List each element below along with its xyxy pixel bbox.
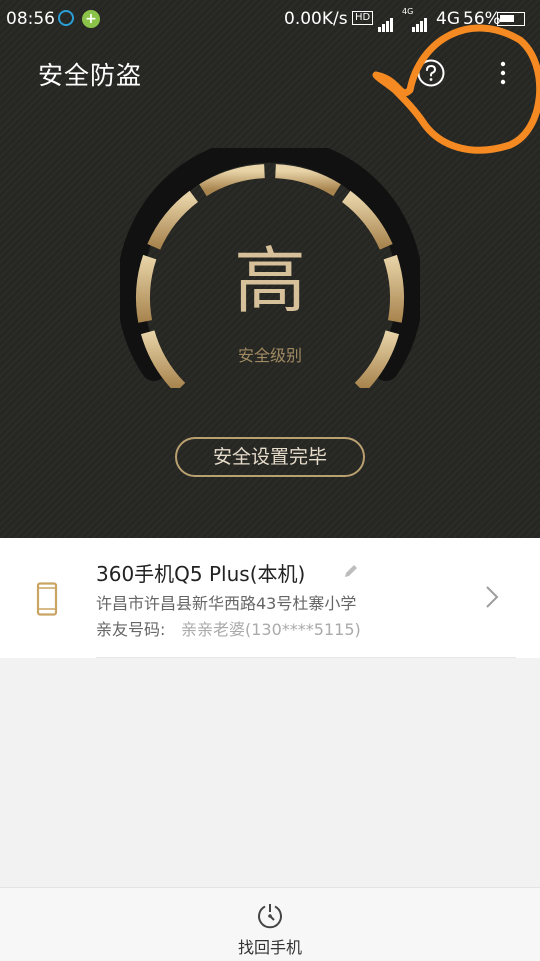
status-net-speed: 0.00K/s xyxy=(284,9,348,29)
battery-icon xyxy=(497,12,525,26)
device-location: 许昌市许昌县新华西路43号杜寨小学 xyxy=(96,594,357,613)
security-header-panel: 08:56 + 0.00K/s HD 4G 4G 56% 安全防盗 高 安全级别… xyxy=(0,0,540,538)
divider xyxy=(96,657,516,658)
contact-label: 亲友号码: xyxy=(96,620,166,639)
page-title: 安全防盗 xyxy=(38,61,143,90)
hd-badge: HD xyxy=(352,11,374,25)
signal-icon-2 xyxy=(412,12,428,32)
status-time: 08:56 xyxy=(6,9,55,29)
orange-annotation-scribble xyxy=(372,24,540,154)
more-vertical-icon[interactable] xyxy=(492,58,514,88)
security-status-button[interactable]: 安全设置完毕 xyxy=(175,437,365,477)
security-level-label: 安全级别 xyxy=(237,346,302,365)
bottom-nav: 找回手机 xyxy=(0,887,540,961)
notification-plus-icon: + xyxy=(82,10,100,28)
device-card[interactable]: 360手机Q5 Plus(本机) 许昌市许昌县新华西路43号杜寨小学 亲友号码:… xyxy=(0,538,540,658)
find-phone-icon[interactable] xyxy=(256,902,284,930)
status-net-type: 4G xyxy=(436,9,460,29)
find-phone-label[interactable]: 找回手机 xyxy=(0,934,540,958)
signal-icon xyxy=(378,12,394,32)
chevron-right-icon[interactable] xyxy=(484,585,500,609)
security-level-value: 高 xyxy=(233,239,306,323)
device-name: 360手机Q5 Plus(本机) xyxy=(96,562,306,586)
question-circle-icon[interactable] xyxy=(416,58,446,88)
pencil-edit-icon[interactable] xyxy=(342,562,360,580)
notification-app-icon xyxy=(58,10,74,26)
contact-value: 亲亲老婆(130****5115) xyxy=(181,620,361,639)
status-battery-text: 56% xyxy=(463,9,501,29)
phone-icon xyxy=(36,582,58,616)
status-bar: 08:56 + 0.00K/s HD 4G 4G 56% xyxy=(0,0,540,38)
